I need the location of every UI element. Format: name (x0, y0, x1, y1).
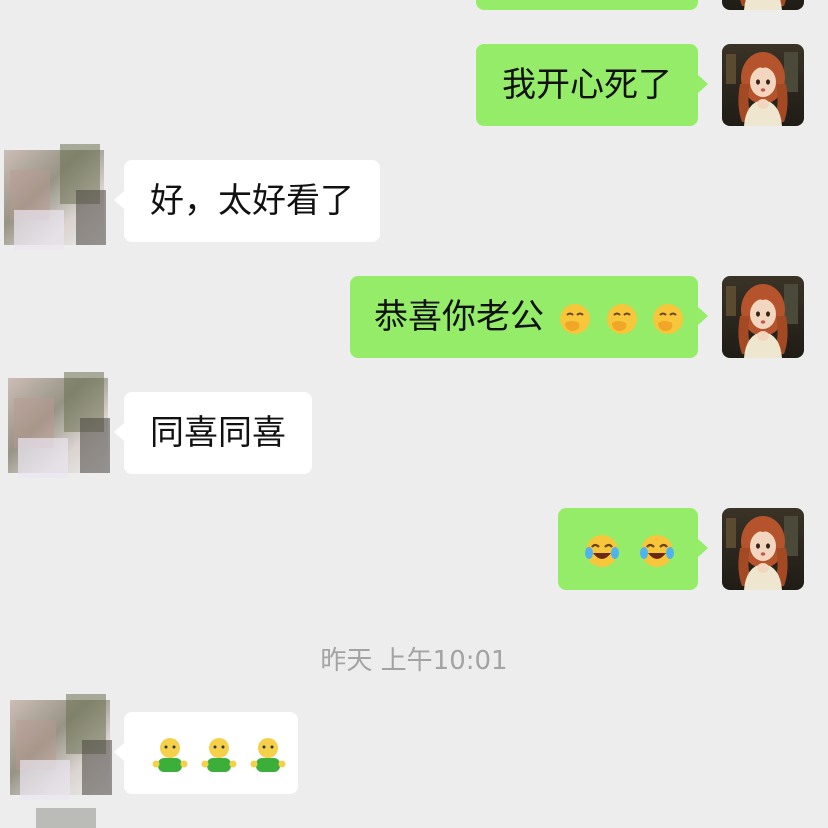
chat-timestamp: 昨天 上午10:01 (320, 646, 508, 676)
message-text: 同喜同喜 (150, 413, 286, 453)
message-bubble-outgoing[interactable]: 恭喜你老公 (350, 276, 708, 358)
my-avatar[interactable] (722, 276, 804, 358)
contact-avatar[interactable] (36, 808, 96, 828)
contact-avatar[interactable] (4, 368, 124, 488)
message-text: 我开心死了 (502, 65, 672, 105)
contact-avatar[interactable] (6, 690, 126, 810)
message-bubble-incoming[interactable]: 好，太好看了 (114, 160, 380, 242)
message-bubble-incoming[interactable]: 同喜同喜 (114, 392, 312, 474)
anime-girl-avatar-icon (722, 276, 804, 358)
blurred-avatar-icon (36, 808, 96, 828)
green-sticker-figure-icon (152, 737, 188, 772)
face-with-tears-of-joy-icon (585, 534, 619, 567)
blurred-avatar-icon (4, 368, 124, 488)
green-sticker-figure-icon (250, 737, 286, 772)
message-text: 恭喜你老公 (374, 297, 544, 337)
my-avatar[interactable] (722, 44, 804, 126)
blurred-avatar-icon (6, 690, 126, 810)
message-text: 好，太好看了 (150, 181, 354, 221)
my-avatar[interactable] (722, 508, 804, 590)
message-bubble-outgoing[interactable] (558, 508, 708, 590)
message-bubble-incoming[interactable] (114, 712, 298, 794)
green-sticker-figure-icon (201, 737, 237, 772)
face-with-hand-over-mouth-icon (559, 303, 590, 334)
partial-outgoing-bubble[interactable] (476, 0, 698, 10)
contact-avatar[interactable] (0, 140, 120, 260)
anime-girl-avatar-icon (722, 508, 804, 590)
my-avatar[interactable] (722, 0, 804, 10)
blurred-avatar-icon (0, 140, 120, 260)
face-with-tears-of-joy-icon (639, 534, 674, 567)
face-with-hand-over-mouth-icon (606, 303, 637, 334)
anime-girl-avatar-icon (722, 44, 804, 126)
message-bubble-outgoing[interactable]: 我开心死了 (476, 44, 708, 126)
face-with-hand-over-mouth-icon (653, 303, 684, 334)
anime-girl-avatar-icon (722, 0, 804, 10)
